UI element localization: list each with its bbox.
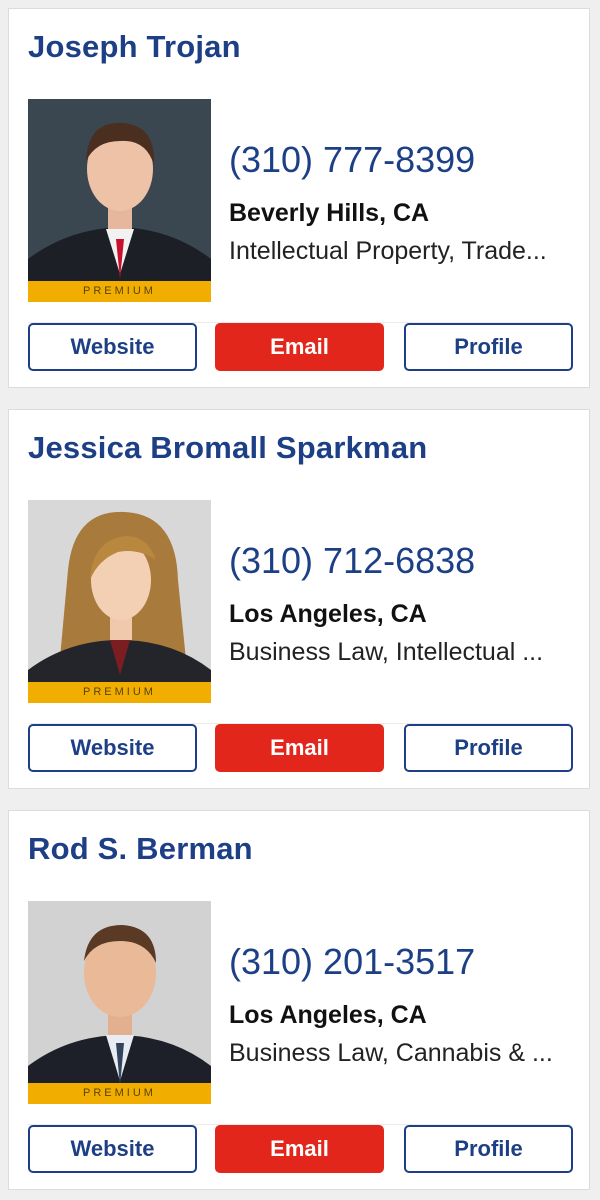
website-button[interactable]: Website (28, 1125, 197, 1173)
practice-areas: Business Law, Intellectual ... (229, 638, 544, 666)
premium-badge: PREMIUM (28, 682, 211, 703)
attorney-card: Rod S. Berman PREMIUM (310) 201-3517 Los… (8, 810, 590, 1190)
attorney-name[interactable]: Joseph Trojan (28, 29, 241, 65)
premium-badge: PREMIUM (28, 1083, 211, 1104)
attorney-name[interactable]: Jessica Bromall Sparkman (28, 430, 427, 466)
attorney-photo[interactable]: PREMIUM (28, 500, 211, 703)
profile-button[interactable]: Profile (404, 1125, 573, 1173)
email-button[interactable]: Email (215, 1125, 384, 1173)
premium-badge: PREMIUM (28, 281, 211, 302)
attorney-card: Jessica Bromall Sparkman PREMIUM (310) 7… (8, 409, 590, 789)
profile-button[interactable]: Profile (404, 323, 573, 371)
location-text: Beverly Hills, CA (229, 199, 430, 227)
website-button[interactable]: Website (28, 323, 197, 371)
attorney-photo[interactable]: PREMIUM (28, 901, 211, 1104)
email-button[interactable]: Email (215, 724, 384, 772)
phone-link[interactable]: (310) 777-8399 (229, 139, 475, 181)
phone-link[interactable]: (310) 201-3517 (229, 941, 475, 983)
phone-link[interactable]: (310) 712-6838 (229, 540, 475, 582)
profile-button[interactable]: Profile (404, 724, 573, 772)
website-button[interactable]: Website (28, 724, 197, 772)
email-button[interactable]: Email (215, 323, 384, 371)
attorney-photo[interactable]: PREMIUM (28, 99, 211, 302)
attorney-name[interactable]: Rod S. Berman (28, 831, 253, 867)
practice-areas: Intellectual Property, Trade... (229, 237, 547, 265)
location-text: Los Angeles, CA (229, 600, 427, 628)
attorney-card: Joseph Trojan PREMIUM (310) 777-8399 Bev… (8, 8, 590, 388)
practice-areas: Business Law, Cannabis & ... (229, 1039, 553, 1067)
location-text: Los Angeles, CA (229, 1001, 427, 1029)
